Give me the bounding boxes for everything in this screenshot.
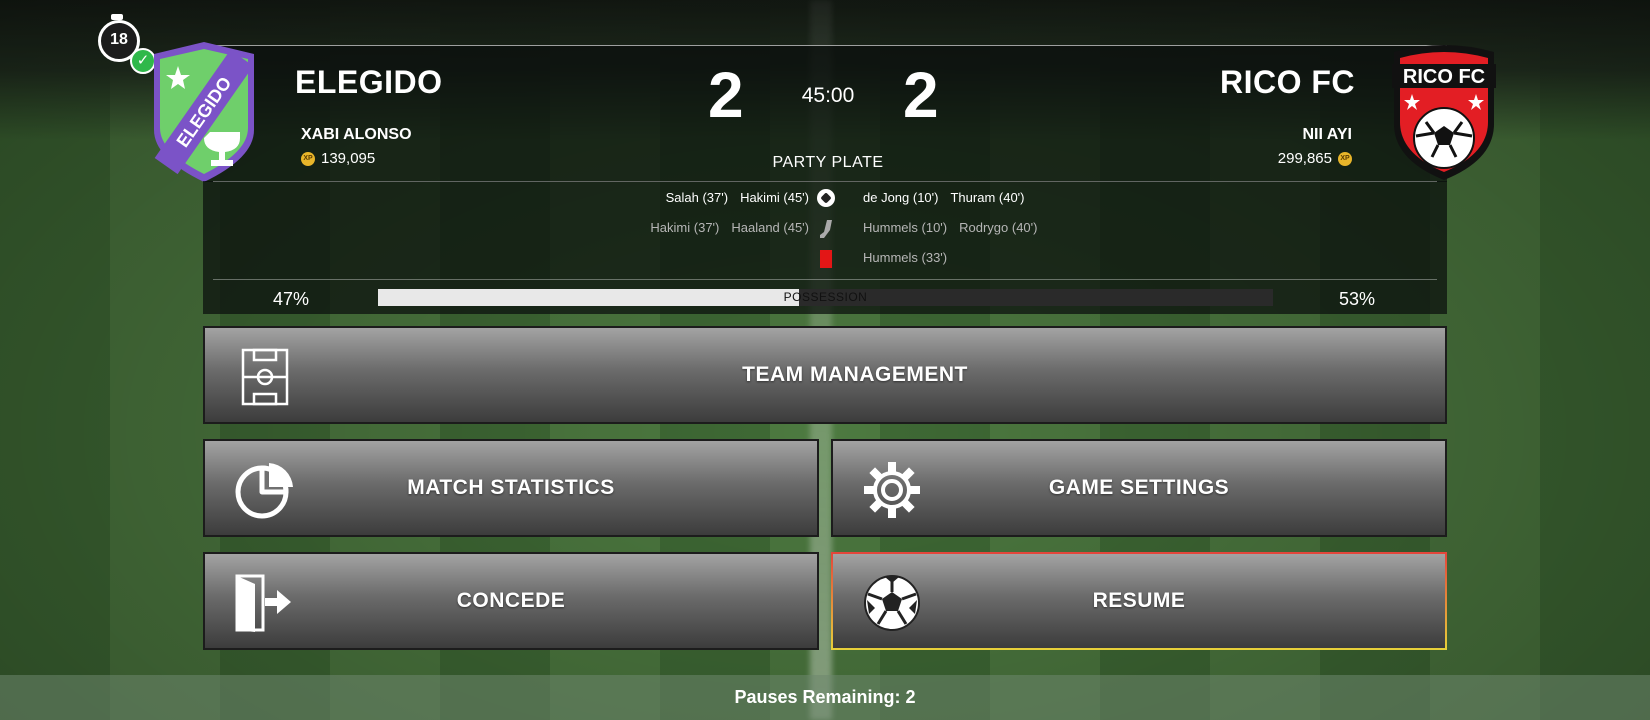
home-possession: 47% [273, 289, 310, 309]
away-team-name: RICO FC [1219, 64, 1355, 100]
home-assist-event: Haaland (45') [731, 220, 809, 235]
home-goal-event: Salah (37') [665, 190, 729, 205]
team-management-label: TEAM MANAGEMENT [742, 363, 968, 386]
away-red-cards: Hummels (33') [863, 250, 959, 265]
home-score: 2 [708, 59, 744, 131]
xp-coin-icon: XP [1338, 151, 1352, 166]
home-goals: Salah (37') Hakimi (45') [654, 190, 809, 205]
away-score: 2 [903, 59, 939, 131]
assists-row: Hakimi (37') Haaland (45') Hummels (10') R… [203, 218, 1447, 240]
away-goal-event: Thuram (40') [950, 190, 1025, 205]
possession-bar: POSSESSION [378, 289, 1273, 306]
concede-label: CONCEDE [456, 589, 566, 612]
team-management-button[interactable]: TEAM MANAGEMENT [203, 326, 1447, 424]
possession-label: POSSESSION [783, 290, 868, 304]
away-assists: Hummels (10') Rodrygo (40') [863, 220, 1049, 235]
away-assist-event: Rodrygo (40') [959, 220, 1038, 235]
pauses-remaining-text: Pauses Remaining: 2 [734, 687, 916, 707]
away-crest-text: RICO FC [1403, 66, 1485, 88]
home-team-name: ELEGIDO [295, 64, 443, 100]
timer-value: 18 [110, 31, 128, 48]
concede-button[interactable]: CONCEDE [203, 552, 819, 650]
scoreboard-header: ELEGIDO XABI ALONSO XP 139,095 2 45:00 2… [203, 45, 1447, 182]
match-clock: 45:00 [801, 84, 855, 107]
home-team-crest: ELEGIDO [148, 40, 260, 184]
away-xp-value: 299,865 [1277, 150, 1332, 167]
away-xp: 299,865 XP [1278, 150, 1352, 167]
xp-coin-icon: XP [301, 151, 315, 166]
home-assist-event: Hakimi (37') [650, 220, 720, 235]
home-goal-event: Hakimi (45') [740, 190, 809, 205]
divider [213, 181, 1437, 182]
boot-assist-icon [815, 218, 837, 240]
home-manager-name: XABI ALONSO [301, 126, 412, 143]
match-statistics-label: MATCH STATISTICS [407, 476, 615, 499]
away-assist-event: Hummels (10') [863, 220, 948, 235]
away-goal-event: de Jong (10') [863, 190, 939, 205]
away-goals: de Jong (10') Thuram (40') [863, 190, 1037, 205]
game-settings-label: GAME SETTINGS [1048, 476, 1230, 499]
home-xp-value: 139,095 [321, 150, 376, 167]
red-card-icon [815, 248, 837, 270]
pauses-remaining-bar: Pauses Remaining: 2 [0, 675, 1650, 720]
red-cards-row: Hummels (33') [203, 248, 1447, 270]
game-settings-button[interactable]: GAME SETTINGS [831, 439, 1447, 537]
away-possession: 53% [1338, 289, 1375, 309]
resume-button[interactable]: RESUME [831, 552, 1447, 650]
away-team-crest: RICO FC [1386, 44, 1502, 182]
home-assists: Hakimi (37') Haaland (45') [638, 220, 809, 235]
away-manager-name: NII AYI [1302, 126, 1353, 143]
goals-row: Salah (37') Hakimi (45') de Jong (10') Thu… [203, 188, 1447, 210]
pause-timer-badge: 18 ✓ [96, 10, 156, 74]
match-statistics-button[interactable]: MATCH STATISTICS [203, 439, 819, 537]
goal-ball-icon [815, 188, 837, 210]
divider [213, 279, 1437, 280]
match-events-panel: Salah (37') Hakimi (45') de Jong (10') Thu… [203, 181, 1447, 314]
competition-name: PARTY PLATE [772, 154, 884, 171]
home-xp: XP 139,095 [301, 150, 375, 167]
resume-label: RESUME [1092, 589, 1186, 612]
away-red-card-event: Hummels (33') [863, 250, 948, 265]
